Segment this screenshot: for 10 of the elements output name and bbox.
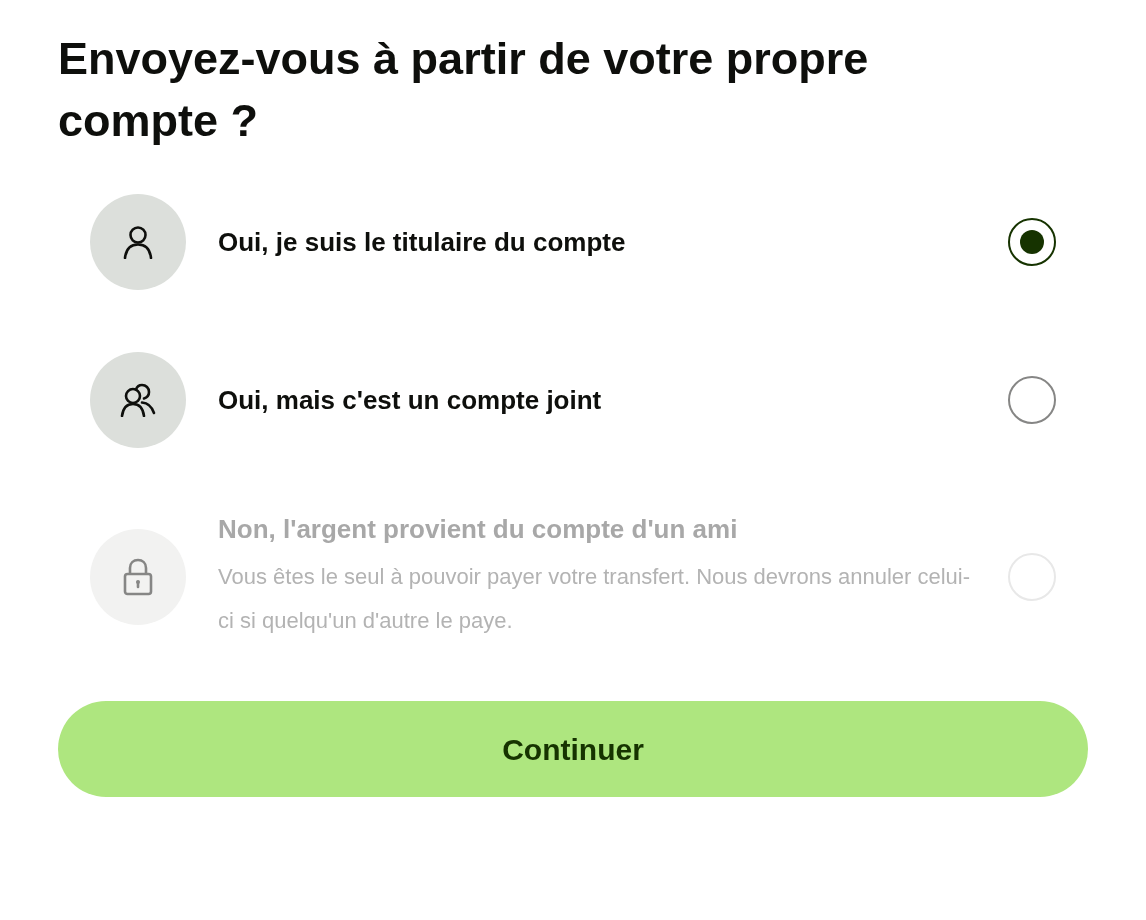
option-description: Vous êtes le seul à pouvoir payer votre transfert. Nous devrons annuler celui-ci si quelqu'un d'autre le paye. xyxy=(218,563,972,635)
people-icon xyxy=(120,383,156,417)
padlock-icon xyxy=(123,557,153,596)
radio-button[interactable] xyxy=(1008,218,1056,266)
person-icon xyxy=(123,225,153,259)
page-title: Envoyez-vous à partir de votre propre compte ? xyxy=(58,32,870,148)
continue-button[interactable]: Continuer xyxy=(58,701,1088,797)
option-label[interactable]: Oui, je suis le titulaire du compte xyxy=(218,222,1008,262)
option-label[interactable]: Oui, mais c'est un compte joint xyxy=(218,380,1008,420)
radio-button[interactable] xyxy=(1008,376,1056,424)
